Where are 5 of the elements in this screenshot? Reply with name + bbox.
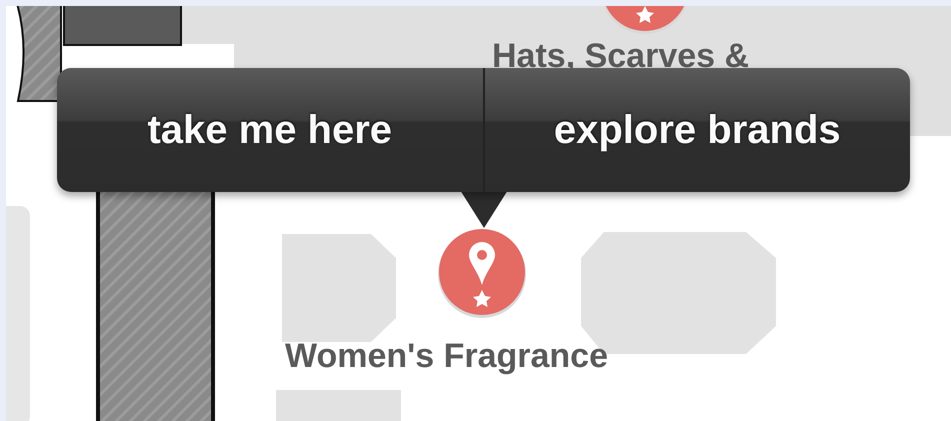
action-button[interactable]: explore brands: [482, 68, 910, 192]
popup-pointer: [460, 190, 508, 228]
action-button[interactable]: take me here: [57, 68, 482, 192]
store-label: Women's Fragrance: [285, 336, 608, 376]
map-pin-icon[interactable]: [436, 226, 528, 318]
